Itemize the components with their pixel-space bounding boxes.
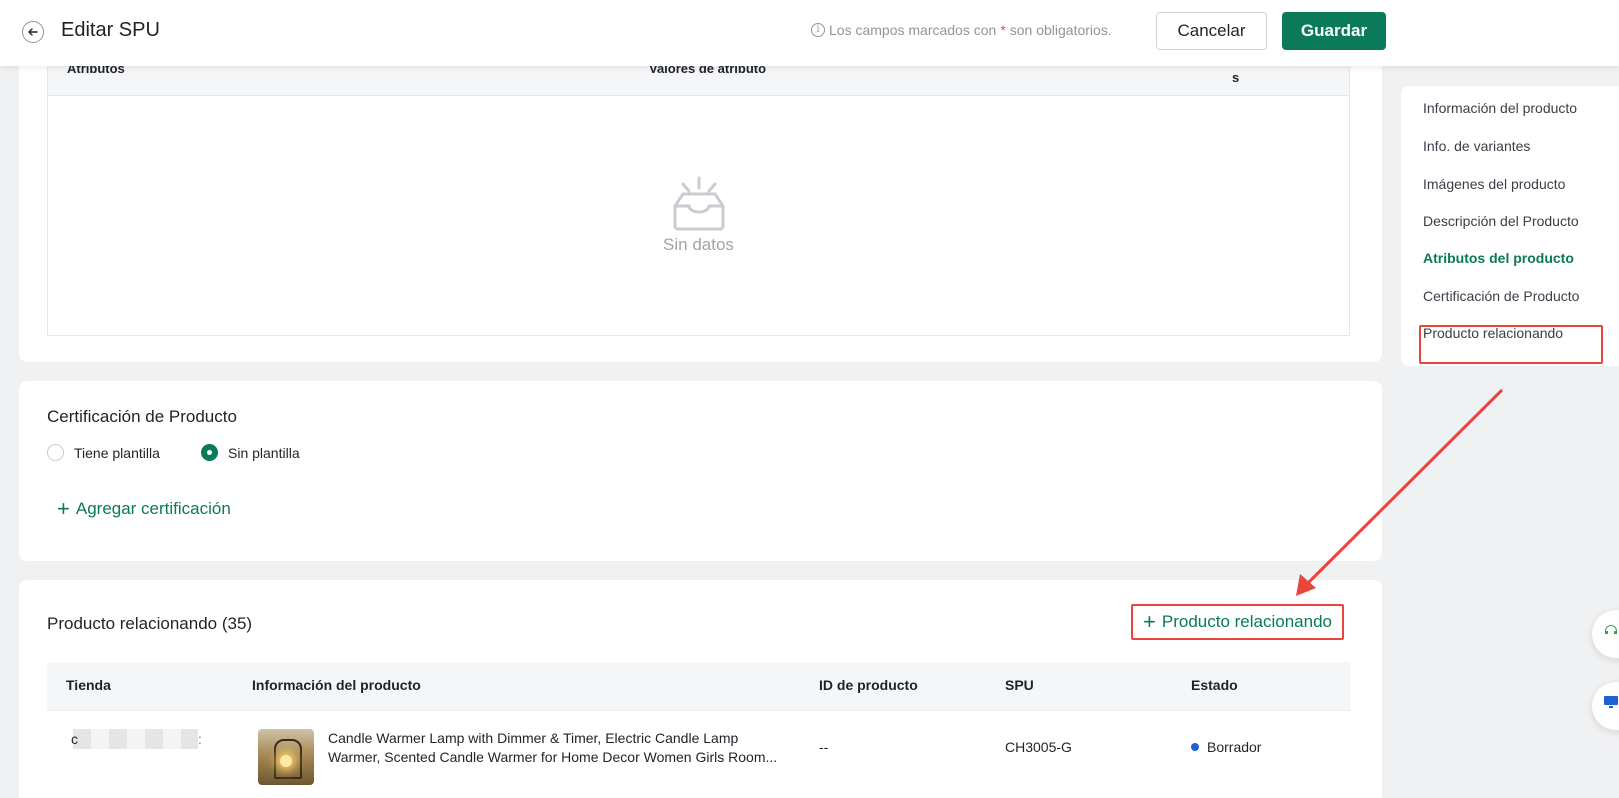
hint-prefix: Los campos marcados con [829, 22, 997, 38]
top-bar: Editar SPU i Los campos marcados con * s… [0, 0, 1619, 66]
add-certification-label: Agregar certificación [75, 499, 231, 518]
radio-without-template[interactable]: Sin plantilla [201, 444, 300, 461]
support-chat-button[interactable] [1592, 610, 1619, 658]
certification-card: Certificación de Producto Tiene plantill… [19, 381, 1382, 561]
col-store: Tienda [66, 677, 111, 693]
required-star: * [1000, 22, 1006, 38]
status-label: Borrador [1207, 739, 1262, 755]
add-related-product-label: Producto relacionando [1161, 612, 1332, 631]
related-products-card: Producto relacionando (35) + Producto re… [19, 580, 1382, 798]
table-row[interactable]: c : Candle Warmer Lamp with Dimmer & Tim… [47, 710, 1350, 798]
radio-circle-checked [201, 444, 218, 461]
back-arrow-icon[interactable] [22, 21, 44, 43]
product-title-line1: Candle Warmer Lamp with Dimmer & Timer, … [328, 730, 739, 746]
nav-item-variants[interactable]: Info. de variantes [1423, 138, 1530, 154]
status-badge: Borrador [1191, 739, 1261, 755]
nav-item-attributes[interactable]: Atributos del producto [1423, 250, 1574, 266]
product-info: Candle Warmer Lamp with Dimmer & Timer, … [328, 729, 798, 767]
col-spu: SPU [1005, 677, 1034, 693]
certification-title: Certificación de Producto [47, 407, 237, 426]
add-related-product-button[interactable]: + Producto relacionando [1131, 604, 1344, 640]
plus-icon: + [57, 496, 70, 521]
save-button[interactable]: Guardar [1282, 12, 1386, 50]
radio-circle [47, 444, 64, 461]
col-product-id: ID de producto [819, 677, 918, 693]
attributes-table: Atributos Valores de atributo s Sin dato… [47, 46, 1350, 336]
empty-state: Sin datos [48, 176, 1349, 255]
section-anchor-nav: Información del producto Info. de varian… [1401, 86, 1619, 366]
store-name-redacted [73, 729, 198, 749]
nav-item-related-products[interactable]: Producto relacionando [1423, 325, 1563, 341]
product-title-line2: Warmer, Scented Candle Warmer for Home D… [328, 749, 778, 765]
monitor-icon [1604, 696, 1618, 708]
attributes-card: Atributos Valores de atributo s Sin dato… [19, 46, 1382, 362]
related-products-table: Tienda Información del producto ID de pr… [47, 662, 1350, 798]
product-id: -- [819, 739, 829, 755]
headset-icon [1605, 625, 1617, 634]
status-dot [1191, 743, 1199, 751]
hint-suffix: son obligatorios. [1009, 22, 1112, 38]
radio-with-template[interactable]: Tiene plantilla [47, 444, 160, 461]
empty-text: Sin datos [663, 235, 734, 254]
feedback-button[interactable] [1592, 682, 1619, 730]
nav-item-certification[interactable]: Certificación de Producto [1423, 288, 1579, 304]
spu-value: CH3005-G [1005, 739, 1072, 755]
col-status: Estado [1191, 677, 1238, 693]
col-product-info: Información del producto [252, 677, 421, 693]
store-name-prefix: c [71, 731, 78, 747]
nav-item-product-info[interactable]: Información del producto [1423, 100, 1577, 116]
related-products-title: Producto relacionando (35) [47, 614, 253, 633]
nav-item-images[interactable]: Imágenes del producto [1423, 176, 1565, 192]
plus-icon: + [1143, 609, 1156, 634]
radio-label: Sin plantilla [228, 444, 300, 461]
info-icon: i [811, 23, 825, 37]
radio-label: Tiene plantilla [74, 444, 160, 461]
store-name-suffix: : [198, 731, 202, 747]
related-table-header: Tienda Información del producto ID de pr… [47, 662, 1350, 710]
product-thumbnail[interactable] [258, 729, 314, 785]
page-title: Editar SPU [61, 19, 160, 41]
required-fields-hint: i Los campos marcados con * son obligato… [811, 22, 1112, 38]
col-extra: s [1232, 70, 1240, 85]
cancel-button[interactable]: Cancelar [1156, 12, 1267, 50]
add-certification-button[interactable]: + Agregar certificación [57, 498, 231, 520]
empty-inbox-icon [673, 176, 724, 231]
nav-item-description[interactable]: Descripción del Producto [1423, 213, 1579, 229]
